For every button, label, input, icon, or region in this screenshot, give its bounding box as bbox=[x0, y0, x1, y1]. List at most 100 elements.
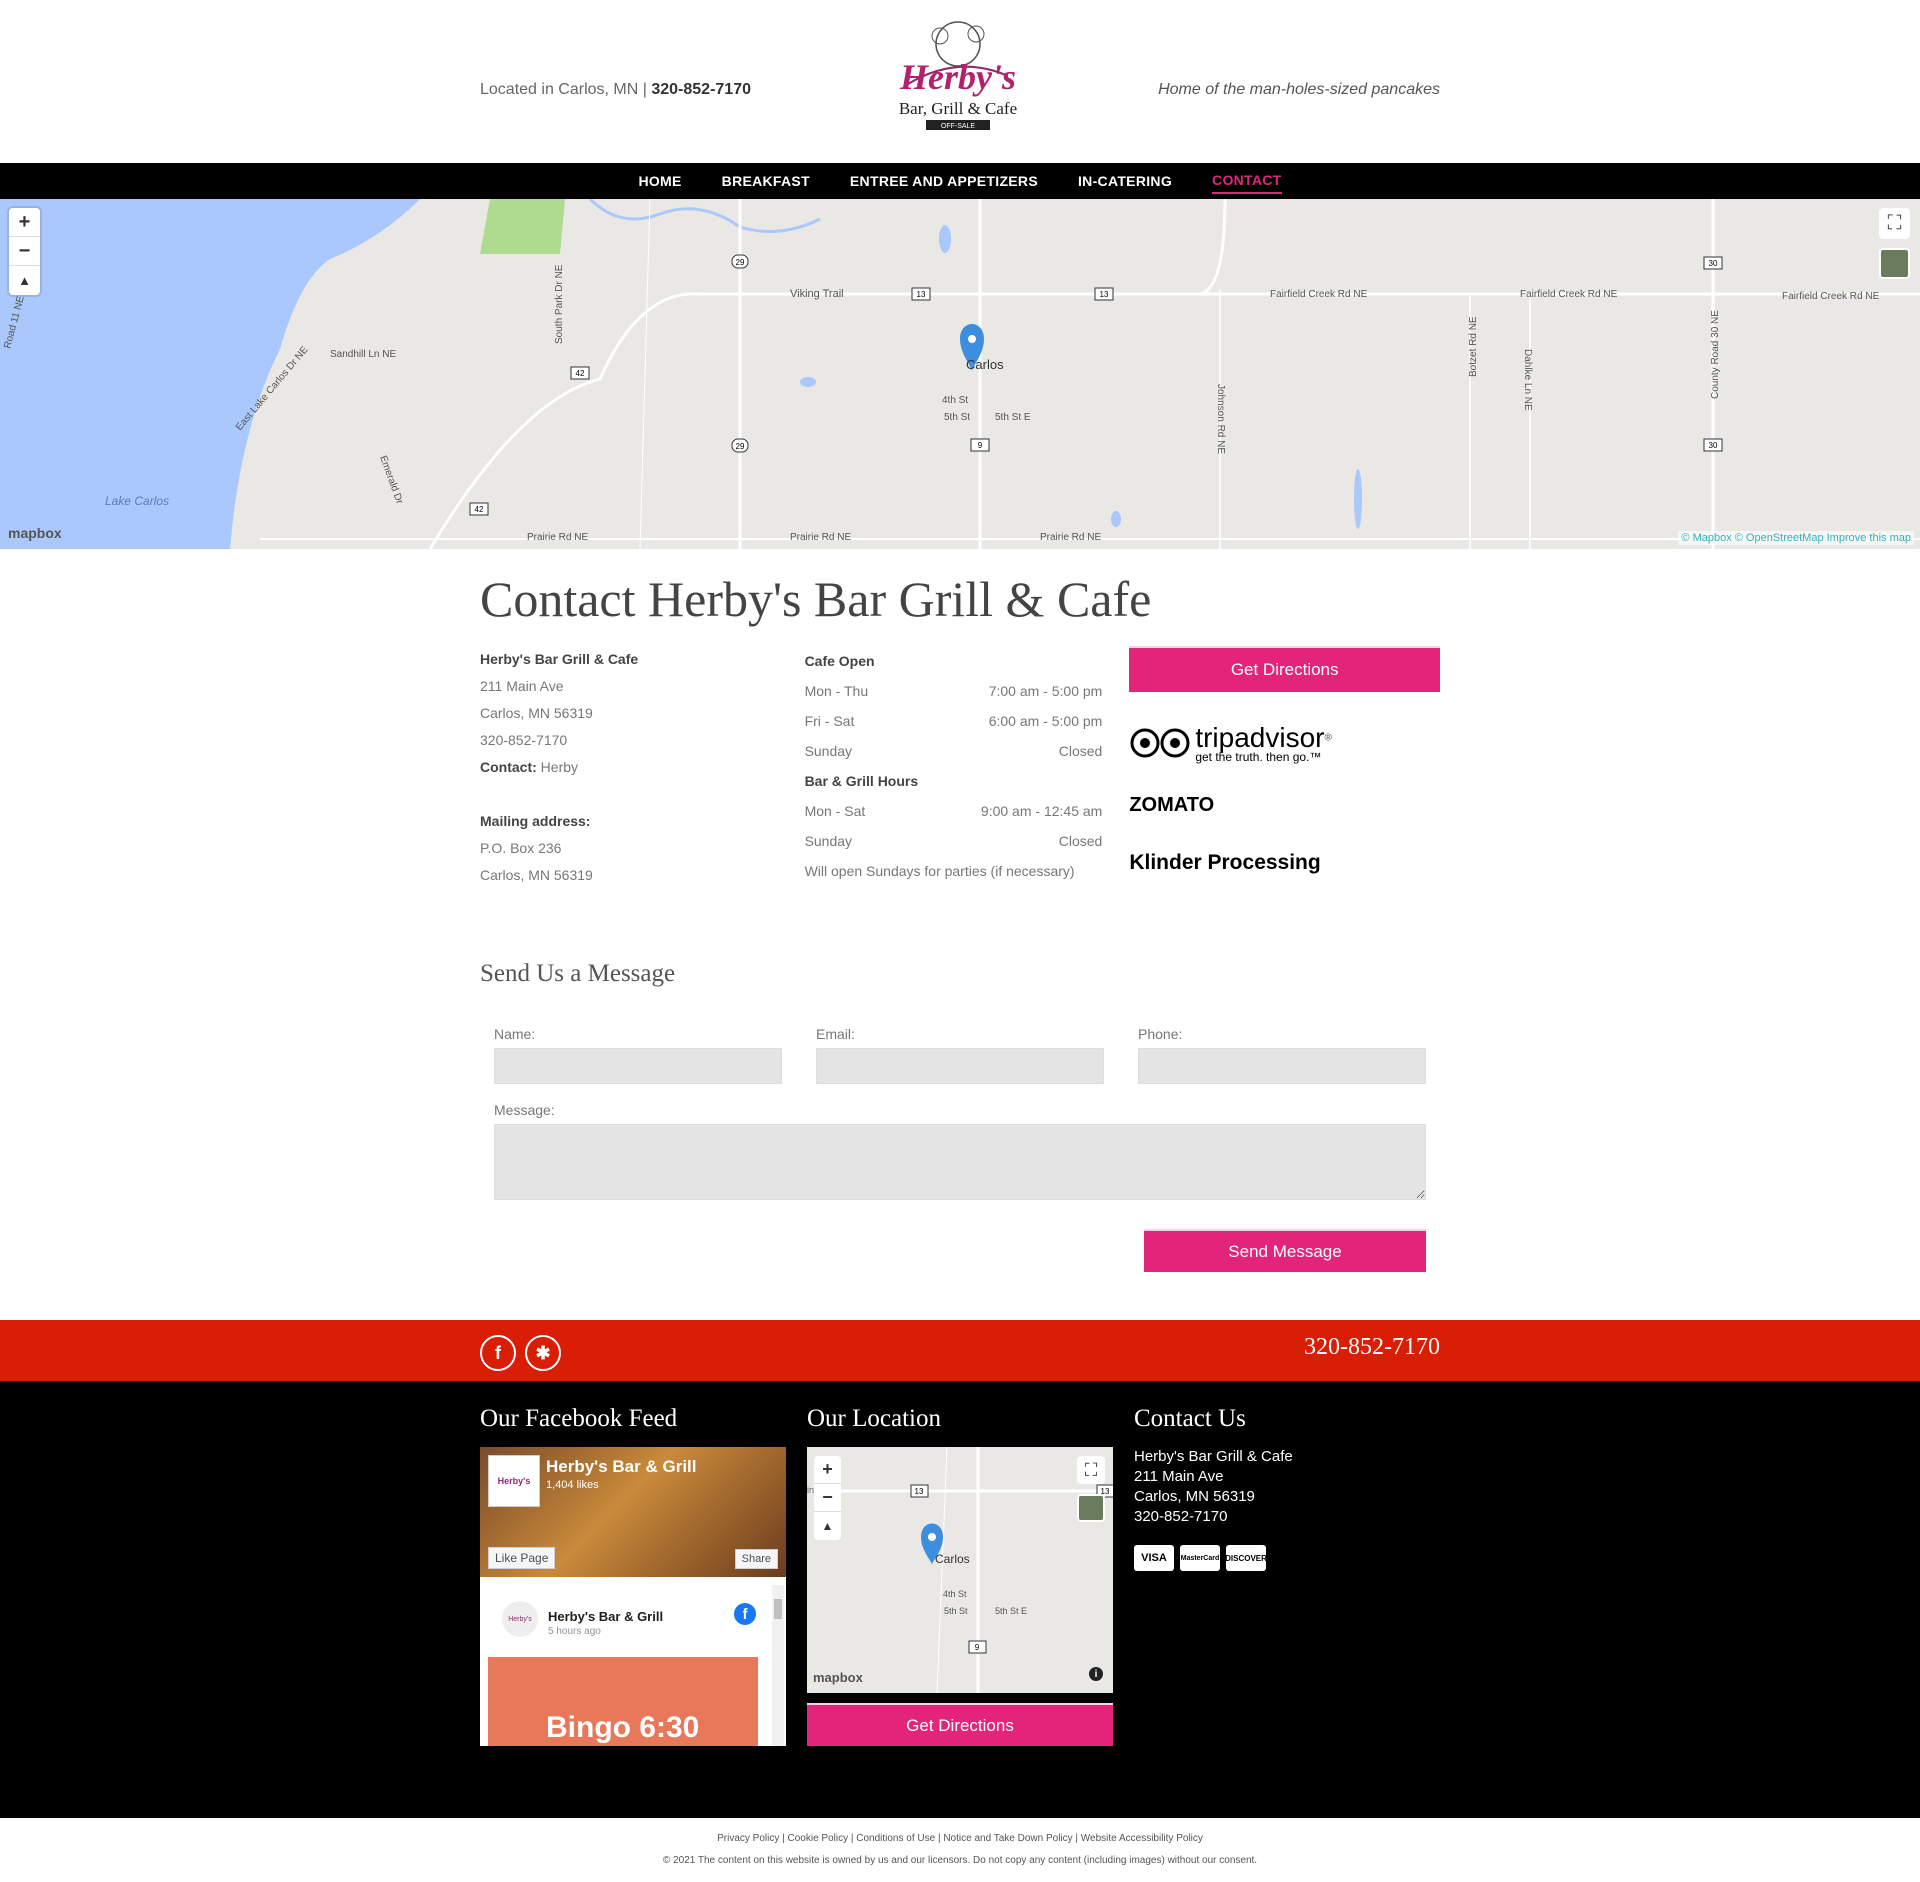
footer-phone[interactable]: 320-852-7170 bbox=[1304, 1334, 1440, 1361]
facebook-page-name[interactable]: Herby's Bar & Grill bbox=[546, 1457, 697, 1477]
contact-phone[interactable]: 320-852-7170 bbox=[480, 727, 805, 754]
zomato-link[interactable]: ZOMATO bbox=[1129, 794, 1440, 817]
mini-map[interactable]: Carlos 4th St 5th St 5th St E 13 13 9 in… bbox=[807, 1447, 1113, 1693]
nav-breakfast[interactable]: BREAKFAST bbox=[722, 169, 810, 193]
compass-button[interactable]: ▲ bbox=[9, 266, 40, 295]
post-image[interactable]: Bingo 6:30 bbox=[488, 1657, 758, 1746]
send-message-button[interactable]: Send Message bbox=[1144, 1229, 1426, 1272]
svg-text:13: 13 bbox=[1100, 290, 1109, 299]
phone-label: Phone: bbox=[1138, 1026, 1183, 1042]
mastercard-icon: MasterCard bbox=[1180, 1545, 1220, 1571]
facebook-widget[interactable]: Herby's Herby's Bar & Grill 1,404 likes … bbox=[480, 1447, 786, 1746]
contact-label: Contact: bbox=[480, 759, 537, 775]
map-label-viking: Viking Trail bbox=[790, 288, 844, 300]
map-attribution[interactable]: © Mapbox © OpenStreetMap Improve this ma… bbox=[1678, 531, 1914, 545]
hours-row: Fri - Sat 6:00 am - 5:00 pm bbox=[804, 713, 1103, 729]
svg-text:42: 42 bbox=[475, 505, 484, 514]
visa-icon: VISA bbox=[1134, 1545, 1174, 1571]
address-column: Herby's Bar Grill & Cafe 211 Main Ave Ca… bbox=[480, 646, 805, 889]
header-phone[interactable]: 320-852-7170 bbox=[651, 81, 751, 98]
info-icon[interactable]: i bbox=[1089, 1667, 1103, 1681]
footer-contact-phone[interactable]: 320-852-7170 bbox=[1134, 1507, 1440, 1527]
message-title: Send Us a Message bbox=[480, 960, 676, 987]
svg-text:5th St E: 5th St E bbox=[995, 412, 1031, 423]
svg-text:Fairfield Creek Rd NE: Fairfield Creek Rd NE bbox=[1782, 291, 1880, 302]
map-canvas[interactable]: Lake Carlos Viking Trail Fairfield Creek… bbox=[0, 199, 1920, 549]
herbys-logo[interactable]: Herby's Bar, Grill & Cafe OFF-SALE bbox=[888, 14, 1028, 144]
email-field[interactable] bbox=[816, 1048, 1104, 1084]
tripadvisor-word: tripadvisor bbox=[1195, 722, 1325, 753]
feed-scrollbar[interactable] bbox=[772, 1585, 784, 1746]
facebook-feed-column: Our Facebook Feed Herby's Herby's Bar & … bbox=[480, 1405, 786, 1746]
footer-get-directions-button[interactable]: Get Directions bbox=[807, 1703, 1113, 1746]
nav-catering[interactable]: IN-CATERING bbox=[1078, 169, 1172, 193]
svg-text:in: in bbox=[807, 1485, 814, 1495]
share-button[interactable]: Share bbox=[734, 1549, 778, 1569]
svg-text:13: 13 bbox=[917, 290, 926, 299]
svg-text:Botzet Rd NE: Botzet Rd NE bbox=[1468, 316, 1479, 377]
page-title: Contact Herby's Bar Grill & Cafe bbox=[480, 571, 1152, 627]
hours-note: Will open Sundays for parties (if necess… bbox=[804, 863, 1075, 879]
mailing-line1: P.O. Box 236 bbox=[480, 840, 562, 856]
svg-text:42: 42 bbox=[576, 369, 585, 378]
like-page-button[interactable]: Like Page bbox=[488, 1547, 556, 1569]
mini-compass-button[interactable]: ▲ bbox=[814, 1512, 841, 1540]
svg-text:Sandhill Ln NE: Sandhill Ln NE bbox=[330, 349, 396, 360]
location-column: Our Location Carlos 4th St 5th St 5th St… bbox=[807, 1405, 1113, 1746]
mini-zoom-in-button[interactable]: + bbox=[814, 1456, 841, 1484]
nav-contact[interactable]: CONTACT bbox=[1212, 168, 1282, 194]
discover-icon: DISCOVER bbox=[1225, 1545, 1267, 1571]
zoom-in-button[interactable]: + bbox=[9, 208, 40, 237]
tripadvisor-link[interactable]: tripadvisor® get the truth. then go.™ bbox=[1129, 722, 1440, 764]
address-line2: Carlos, MN 56319 bbox=[480, 705, 593, 721]
nav-home[interactable]: HOME bbox=[638, 169, 681, 193]
fullscreen-icon[interactable]: ⛶ bbox=[1879, 208, 1910, 239]
klinder-link[interactable]: Klinder Processing bbox=[1129, 851, 1440, 875]
mini-mapbox-logo[interactable]: mapbox bbox=[813, 1670, 863, 1685]
location-text: Located in Carlos, MN | bbox=[480, 81, 647, 98]
mini-zoom-out-button[interactable]: − bbox=[814, 1484, 841, 1512]
message-field[interactable] bbox=[494, 1124, 1426, 1200]
svg-text:County Road 30 NE: County Road 30 NE bbox=[1710, 310, 1721, 399]
get-directions-button[interactable]: Get Directions bbox=[1129, 646, 1440, 692]
logo-main-text: Herby's bbox=[899, 57, 1016, 97]
yelp-icon[interactable]: ✱ bbox=[525, 1335, 561, 1371]
location-map[interactable]: Lake Carlos Viking Trail Fairfield Creek… bbox=[0, 199, 1920, 549]
svg-text:4th St: 4th St bbox=[942, 395, 968, 406]
tripadvisor-tagline: get the truth. then go.™ bbox=[1195, 750, 1322, 764]
social-bar: f ✱ 320-852-7170 bbox=[0, 1320, 1920, 1381]
phone-field[interactable] bbox=[1138, 1048, 1426, 1084]
nav-entree[interactable]: ENTREE AND APPETIZERS bbox=[850, 169, 1038, 193]
post-time[interactable]: 5 hours ago bbox=[548, 1626, 601, 1637]
mapbox-logo[interactable]: mapbox bbox=[8, 525, 62, 541]
hours-column: Cafe Open Mon - Thu 7:00 am - 5:00 pm Fri… bbox=[805, 646, 1103, 889]
location-title: Our Location bbox=[807, 1405, 941, 1432]
map-label-lake: Lake Carlos bbox=[105, 494, 169, 508]
facebook-likes: 1,404 likes bbox=[546, 1479, 599, 1491]
facebook-page-avatar[interactable]: Herby's bbox=[488, 1455, 540, 1507]
facebook-logo-icon[interactable]: f bbox=[734, 1603, 756, 1625]
satellite-toggle[interactable] bbox=[1879, 248, 1910, 279]
mini-map-canvas[interactable]: Carlos 4th St 5th St 5th St E 13 13 9 in bbox=[807, 1447, 1113, 1693]
facebook-post: Herby's Herby's Bar & Grill 5 hours ago … bbox=[488, 1585, 768, 1746]
contact-section: Contact Herby's Bar Grill & Cafe Herby's… bbox=[480, 570, 1440, 889]
site-header: Located in Carlos, MN | 320-852-7170 Her… bbox=[0, 0, 1920, 163]
mailing-line2: Carlos, MN 56319 bbox=[480, 867, 593, 883]
mini-satellite-toggle[interactable] bbox=[1077, 1494, 1105, 1522]
park-area bbox=[480, 199, 565, 254]
post-author[interactable]: Herby's Bar & Grill bbox=[548, 1609, 663, 1624]
map-label-carlos: Carlos bbox=[966, 357, 1004, 372]
facebook-icon[interactable]: f bbox=[480, 1335, 516, 1371]
main-nav: HOME BREAKFAST ENTREE AND APPETIZERS IN-… bbox=[0, 163, 1920, 199]
name-field[interactable] bbox=[494, 1048, 782, 1084]
legal-links[interactable]: Privacy Policy | Cookie Policy | Conditi… bbox=[0, 1833, 1920, 1844]
business-name: Herby's Bar Grill & Cafe bbox=[480, 651, 639, 667]
contact-us-title: Contact Us bbox=[1134, 1405, 1246, 1432]
svg-text:9: 9 bbox=[978, 441, 983, 450]
post-avatar[interactable]: Herby's bbox=[502, 1601, 538, 1637]
payment-cards: VISA MasterCard DISCOVER bbox=[1134, 1545, 1440, 1571]
mini-zoom-controls: + − ▲ bbox=[814, 1456, 841, 1540]
address-line1: 211 Main Ave bbox=[480, 678, 564, 694]
zoom-out-button[interactable]: − bbox=[9, 237, 40, 266]
mini-fullscreen-icon[interactable]: ⛶ bbox=[1077, 1456, 1105, 1484]
